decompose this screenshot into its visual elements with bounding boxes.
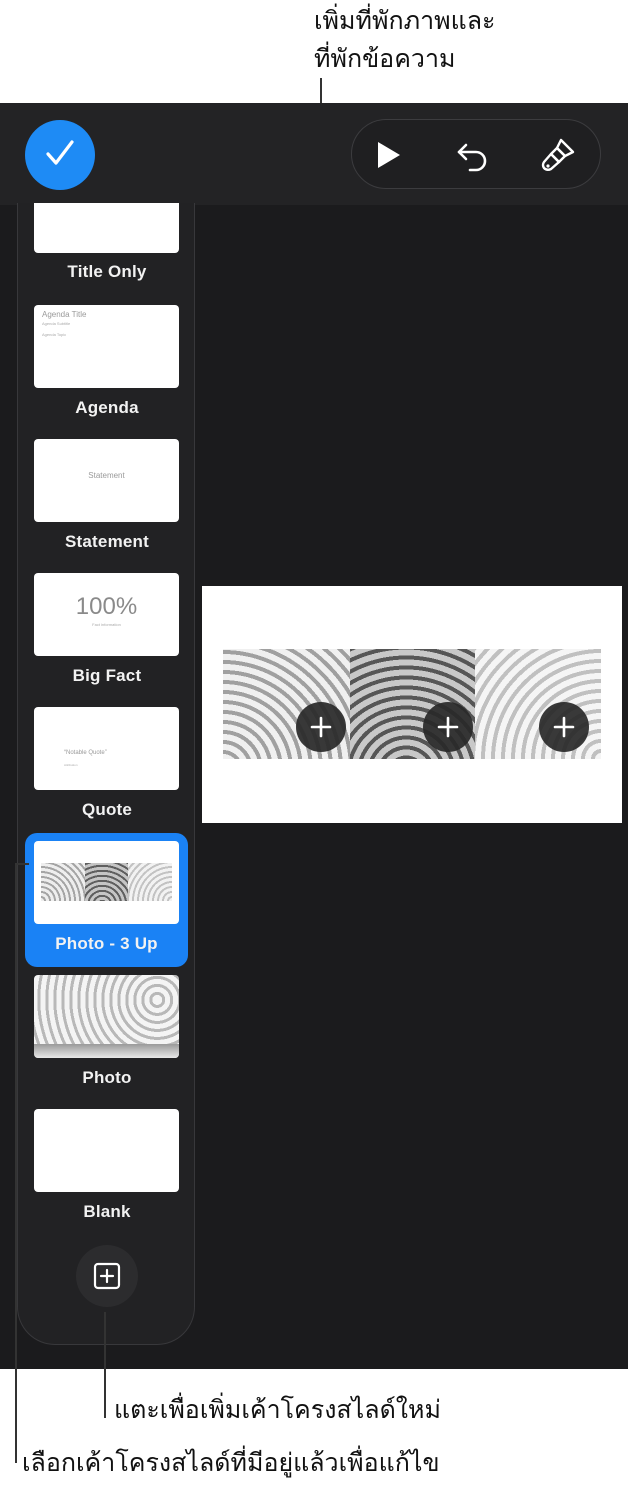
slide-canvas[interactable] — [202, 586, 622, 823]
thumb-subtitle: Agenda Subtitle — [42, 321, 71, 326]
thumb-photo-shade — [34, 1044, 179, 1058]
photo-placeholder-2[interactable] — [350, 649, 475, 759]
layout-blank[interactable]: Blank — [18, 1109, 194, 1243]
thumb-photo-strip — [41, 863, 173, 901]
add-square-icon — [93, 1262, 121, 1290]
callout-add-placeholders-line2: ที่พักข้อความ — [314, 44, 456, 73]
layout-thumbnail: Agenda Title Agenda Subtitle Agenda Topi… — [34, 305, 179, 388]
layout-thumbnail: “Notable Quote” Attribution — [34, 707, 179, 790]
thumb-title: Agenda Title — [42, 310, 87, 319]
add-photo-button[interactable] — [423, 702, 473, 752]
add-photo-button[interactable] — [296, 702, 346, 752]
play-icon — [378, 142, 400, 168]
layout-label: Big Fact — [72, 666, 142, 685]
layout-label: Agenda — [75, 398, 139, 417]
callout-choose-layout: เลือกเค้าโครงสไลด์ที่มีอยู่แล้วเพื่อแก้ไ… — [22, 1448, 440, 1477]
undo-icon — [457, 143, 487, 172]
checkmark-icon — [42, 135, 78, 176]
layout-agenda[interactable]: Agenda Title Agenda Subtitle Agenda Topi… — [18, 305, 194, 439]
layout-thumbnail — [34, 1109, 179, 1192]
thumb-big-number: 100% — [75, 593, 138, 620]
photo-placeholder-3[interactable] — [475, 649, 601, 759]
callout-line-add-layout — [104, 1312, 106, 1418]
plus-icon — [553, 716, 575, 738]
thumb-fact-info: Fact information — [92, 622, 121, 627]
layout-label: Statement — [65, 532, 149, 551]
plus-icon — [310, 716, 332, 738]
callout-add-placeholders-line1: เพิ่มที่พักภาพและ — [314, 6, 496, 35]
layout-thumbnail — [34, 975, 179, 1058]
callout-line-choose-v — [15, 863, 17, 1463]
layout-statement[interactable]: Statement Statement — [18, 439, 194, 573]
layout-label: Blank — [83, 1202, 131, 1221]
callout-line-choose-h — [15, 863, 29, 865]
layout-thumbnail — [34, 841, 179, 924]
thumb-quote: “Notable Quote” — [64, 750, 107, 756]
layout-title-only[interactable]: Title Only — [18, 203, 194, 304]
layout-thumbnail: 100% Fact information — [34, 573, 179, 656]
layout-photo-3-up[interactable]: Photo - 3 Up — [25, 833, 188, 967]
layout-thumbnail — [34, 203, 179, 253]
layout-label: Quote — [81, 800, 133, 819]
add-layout-button[interactable] — [76, 1245, 138, 1307]
layout-big-fact[interactable]: 100% Fact information Big Fact — [18, 573, 194, 707]
app-screen: Title Only Agenda Title Agenda Subtitle … — [0, 103, 628, 1369]
top-toolbar — [0, 103, 628, 205]
thumb-attribution: Attribution — [64, 763, 78, 767]
add-photo-button[interactable] — [539, 702, 589, 752]
callout-add-layout: แตะเพื่อเพิ่มเค้าโครงสไลด์ใหม่ — [114, 1395, 441, 1424]
thumb-statement: Statement — [88, 471, 125, 480]
format-button[interactable] — [538, 135, 578, 175]
layout-thumbnail: Statement — [34, 439, 179, 522]
layout-label: Title Only — [67, 262, 147, 281]
layout-label: Photo - 3 Up — [55, 934, 158, 953]
thumb-body: Agenda Topic — [42, 332, 67, 337]
layout-label: Photo — [82, 1068, 132, 1087]
undo-button[interactable] — [452, 135, 492, 175]
slide-layouts-panel: Title Only Agenda Title Agenda Subtitle … — [17, 203, 195, 1345]
done-button[interactable] — [25, 120, 95, 190]
paintbrush-icon — [541, 138, 575, 171]
play-button[interactable] — [368, 135, 408, 175]
photo-placeholder-1[interactable] — [223, 649, 350, 759]
layout-quote[interactable]: “Notable Quote” Attribution Quote — [18, 707, 194, 841]
toolbar-group — [351, 119, 601, 189]
plus-icon — [437, 716, 459, 738]
layout-photo[interactable]: Photo — [18, 975, 194, 1109]
